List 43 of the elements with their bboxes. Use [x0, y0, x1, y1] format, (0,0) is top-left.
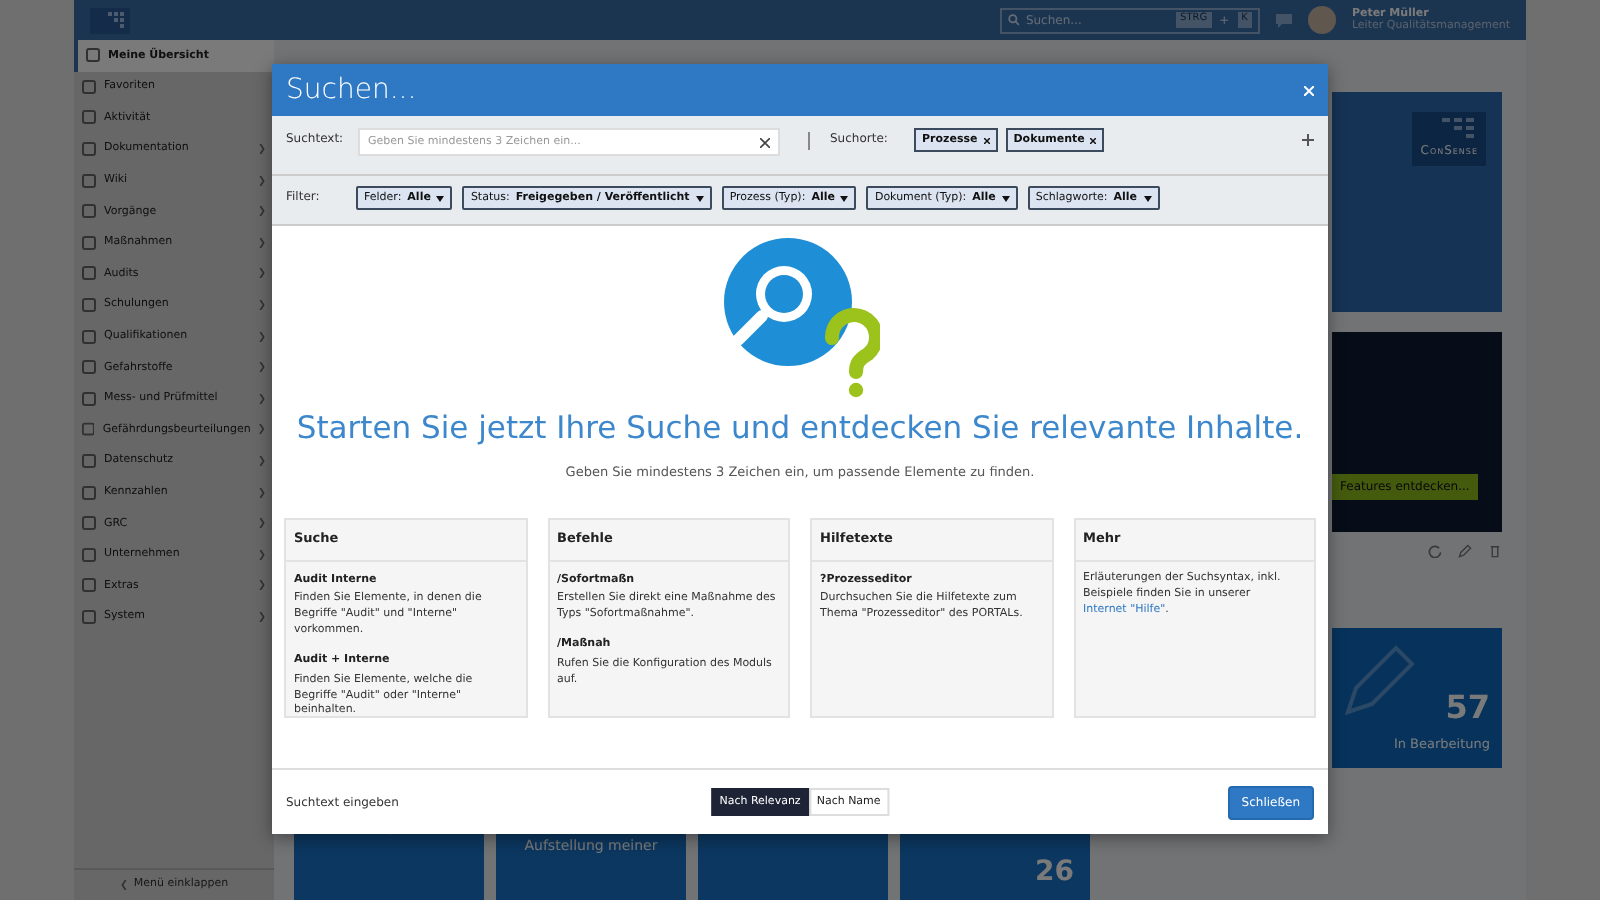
remove-icon[interactable] [1090, 137, 1097, 144]
square-icon [82, 235, 96, 250]
search-help-icon [720, 234, 880, 398]
refresh-icon[interactable] [1428, 544, 1442, 558]
remove-icon[interactable] [983, 137, 990, 144]
square-icon [82, 329, 96, 344]
square-icon [82, 609, 96, 624]
add-button[interactable] [1302, 134, 1314, 146]
dialog-title: Suchen... [286, 73, 417, 107]
close-button[interactable] [1304, 85, 1314, 95]
caret-icon [436, 195, 445, 202]
trash-icon[interactable] [1488, 544, 1502, 558]
square-icon [82, 266, 96, 281]
square-icon [82, 547, 96, 562]
square-icon [82, 485, 96, 500]
square-icon [82, 422, 95, 437]
square-icon [82, 516, 96, 531]
square-icon [82, 454, 96, 469]
clear-icon[interactable] [760, 137, 770, 147]
stat-value: 57 [1445, 692, 1490, 725]
logo-icon [90, 7, 130, 33]
square-icon [82, 578, 96, 593]
caret-icon [1143, 195, 1152, 202]
square-icon [86, 48, 100, 63]
close-icon [1304, 85, 1314, 95]
square-icon [82, 142, 96, 157]
square-icon [82, 173, 96, 188]
square-icon [82, 204, 96, 219]
heading: Starten Sie jetzt Ihre Suche und entdecken Sie relevante Inhalte. [296, 410, 1304, 448]
pencil-icon[interactable] [1458, 544, 1472, 558]
pencil-icon [1340, 640, 1420, 720]
tile-count: 26 [1035, 854, 1074, 892]
square-icon [82, 298, 96, 313]
search-icon [1007, 14, 1020, 26]
caret-icon [840, 195, 849, 202]
square-icon [82, 360, 96, 375]
square-icon [82, 110, 96, 125]
square-icon [82, 391, 96, 406]
caret-icon [1001, 195, 1010, 202]
square-icon [82, 79, 96, 94]
plus-icon [1302, 134, 1314, 146]
chevron-left-icon [119, 880, 128, 890]
caret-icon [695, 195, 704, 202]
